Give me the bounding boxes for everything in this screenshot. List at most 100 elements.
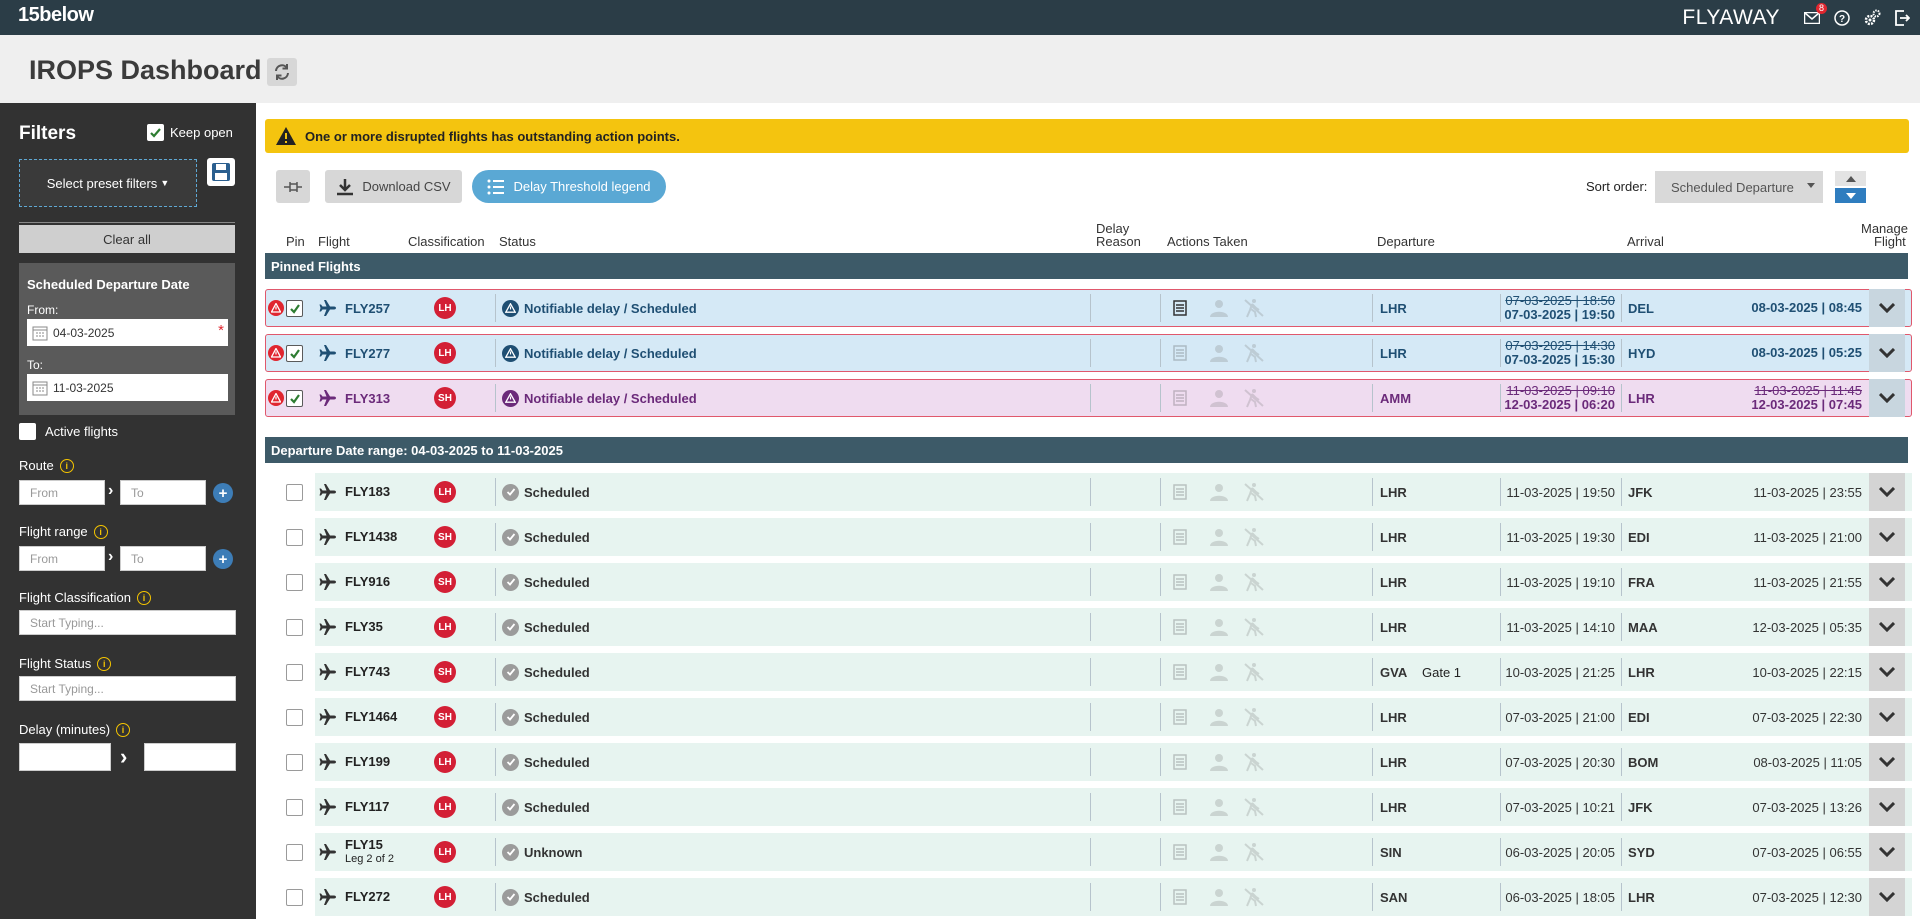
- flight-row[interactable]: FLY916 SH Scheduled LHR 11-03-2025 | 19:10 FR…: [256, 563, 1920, 601]
- mail-icon[interactable]: 8: [1802, 3, 1827, 28]
- flight-number[interactable]: FLY1464: [345, 710, 397, 724]
- active-flights-toggle[interactable]: Active flights: [19, 423, 118, 440]
- expand-row-button[interactable]: [1869, 788, 1905, 826]
- expand-row-button[interactable]: [1869, 743, 1905, 781]
- delay-min-input[interactable]: [19, 743, 111, 771]
- column-header-status[interactable]: Status: [499, 235, 536, 248]
- flight-number[interactable]: FLY277: [345, 334, 390, 372]
- flight-number-cell[interactable]: FLY15 Leg 2 of 2: [345, 833, 394, 871]
- flight-number[interactable]: FLY183: [345, 485, 390, 499]
- to-date-input[interactable]: 11-03-2025: [27, 374, 228, 401]
- column-header-pin[interactable]: Pin: [286, 235, 305, 248]
- delay-threshold-legend-button[interactable]: Delay Threshold legend: [472, 170, 666, 203]
- flight-row[interactable]: FLY743 SH Scheduled GVA Gate 1 10-03-2025 | 2…: [256, 653, 1920, 691]
- flight-number[interactable]: FLY1438: [345, 530, 397, 544]
- flight-row[interactable]: FLY183 LH Scheduled LHR 11-03-2025 | 19:50 JF…: [256, 473, 1920, 511]
- flight-number-cell[interactable]: FLY35: [345, 608, 383, 646]
- column-header-classification[interactable]: Classification: [408, 235, 485, 248]
- info-icon[interactable]: i: [93, 524, 108, 539]
- active-flights-checkbox[interactable]: [19, 423, 36, 440]
- flight-row[interactable]: FLY199 LH Scheduled LHR 07-03-2025 | 20:30 BO…: [256, 743, 1920, 781]
- notes-icon[interactable]: [1173, 653, 1187, 691]
- pin-checkbox[interactable]: [286, 664, 303, 681]
- pinned-flight-row[interactable]: FLY257 LH Notifiable delay / Scheduled LHR 0…: [256, 289, 1920, 327]
- notes-icon[interactable]: [1173, 833, 1187, 871]
- flight-row[interactable]: FLY272 LH Scheduled SAN 06-03-2025 | 18:05 LH…: [256, 878, 1920, 916]
- notes-icon[interactable]: [1173, 563, 1187, 601]
- flight-number-cell[interactable]: FLY1438: [345, 518, 397, 556]
- column-header-actions-taken[interactable]: Actions Taken: [1167, 235, 1248, 248]
- settings-icon[interactable]: [1862, 8, 1882, 28]
- notes-icon[interactable]: [1173, 788, 1187, 826]
- flight-number[interactable]: FLY313: [345, 379, 390, 417]
- expand-row-button[interactable]: [1869, 473, 1905, 511]
- unpin-all-button[interactable]: [276, 170, 310, 203]
- pin-checkbox[interactable]: [286, 300, 303, 317]
- sort-ascending-button[interactable]: [1835, 171, 1866, 186]
- company-logo[interactable]: 15below: [18, 4, 94, 27]
- classification-input[interactable]: Start Typing...: [19, 610, 236, 635]
- notes-icon[interactable]: [1173, 289, 1187, 327]
- help-icon[interactable]: ?: [1832, 8, 1852, 28]
- flight-row[interactable]: FLY117 LH Scheduled LHR 07-03-2025 | 10:21 JF…: [256, 788, 1920, 826]
- pin-checkbox[interactable]: [286, 799, 303, 816]
- pin-checkbox[interactable]: [286, 844, 303, 861]
- route-to-input[interactable]: To: [120, 480, 206, 505]
- save-filters-button[interactable]: [207, 158, 235, 186]
- flight-number[interactable]: FLY916: [345, 575, 390, 589]
- clear-all-button[interactable]: Clear all: [19, 225, 235, 253]
- pin-checkbox[interactable]: [286, 484, 303, 501]
- pin-checkbox[interactable]: [286, 754, 303, 771]
- flight-number-cell[interactable]: FLY1464: [345, 698, 397, 736]
- preset-filters-dropdown[interactable]: Select preset filters ▼: [19, 159, 197, 207]
- flight-number-cell[interactable]: FLY117: [345, 788, 389, 826]
- pin-checkbox[interactable]: [286, 889, 303, 906]
- flight-row[interactable]: FLY15 Leg 2 of 2 LH Unknown SIN 06-03-2025 | …: [256, 833, 1920, 871]
- notes-icon[interactable]: [1173, 379, 1187, 417]
- flight-number-cell[interactable]: FLY272: [345, 878, 390, 916]
- sort-descending-button[interactable]: [1835, 188, 1866, 203]
- pin-checkbox[interactable]: [286, 574, 303, 591]
- sort-order-select[interactable]: Scheduled Departure: [1655, 171, 1823, 203]
- column-header-flight[interactable]: Flight: [318, 235, 350, 248]
- pinned-flight-row[interactable]: FLY277 LH Notifiable delay / Scheduled LHR 0…: [256, 334, 1920, 372]
- expand-row-button[interactable]: [1869, 518, 1905, 556]
- info-icon[interactable]: i: [137, 590, 151, 605]
- flight-number-cell[interactable]: FLY199: [345, 743, 390, 781]
- notes-icon[interactable]: [1173, 608, 1187, 646]
- notes-icon[interactable]: [1173, 473, 1187, 511]
- flight-number[interactable]: FLY35: [345, 620, 383, 634]
- route-from-input[interactable]: From: [19, 480, 105, 505]
- flight-row[interactable]: FLY35 LH Scheduled LHR 11-03-2025 | 14:10 MAA…: [256, 608, 1920, 646]
- pin-checkbox[interactable]: [286, 709, 303, 726]
- pin-checkbox[interactable]: [286, 619, 303, 636]
- download-csv-button[interactable]: Download CSV: [325, 170, 462, 203]
- keep-open-checkbox[interactable]: [147, 124, 164, 141]
- column-header-arrival[interactable]: Arrival: [1627, 235, 1664, 248]
- info-icon[interactable]: i: [97, 656, 112, 671]
- pin-checkbox[interactable]: [286, 529, 303, 546]
- flight-number-cell[interactable]: FLY743: [345, 653, 390, 691]
- pin-checkbox[interactable]: [286, 345, 303, 362]
- refresh-button[interactable]: [267, 58, 297, 86]
- expand-row-button[interactable]: [1869, 833, 1905, 871]
- column-header-departure[interactable]: Departure: [1377, 235, 1435, 248]
- flight-number[interactable]: FLY117: [345, 800, 389, 814]
- pinned-flight-row[interactable]: FLY313 SH Notifiable delay / Scheduled AMM 1…: [256, 379, 1920, 417]
- expand-row-button[interactable]: [1869, 653, 1905, 691]
- flight-number[interactable]: FLY15: [345, 838, 383, 852]
- pin-checkbox[interactable]: [286, 390, 303, 407]
- flight-number[interactable]: FLY199: [345, 755, 390, 769]
- add-route-button[interactable]: +: [213, 483, 233, 503]
- notes-icon[interactable]: [1173, 743, 1187, 781]
- notes-icon[interactable]: [1173, 878, 1187, 916]
- expand-row-button[interactable]: [1869, 698, 1905, 736]
- expand-row-button[interactable]: [1869, 563, 1905, 601]
- expand-row-button[interactable]: [1869, 878, 1905, 916]
- flight-number-cell[interactable]: FLY916: [345, 563, 390, 601]
- flight-number[interactable]: FLY272: [345, 890, 390, 904]
- expand-row-button[interactable]: [1869, 608, 1905, 646]
- flight-row[interactable]: FLY1464 SH Scheduled LHR 07-03-2025 | 21:00 E…: [256, 698, 1920, 736]
- expand-row-button[interactable]: [1869, 379, 1905, 417]
- notes-icon[interactable]: [1173, 518, 1187, 556]
